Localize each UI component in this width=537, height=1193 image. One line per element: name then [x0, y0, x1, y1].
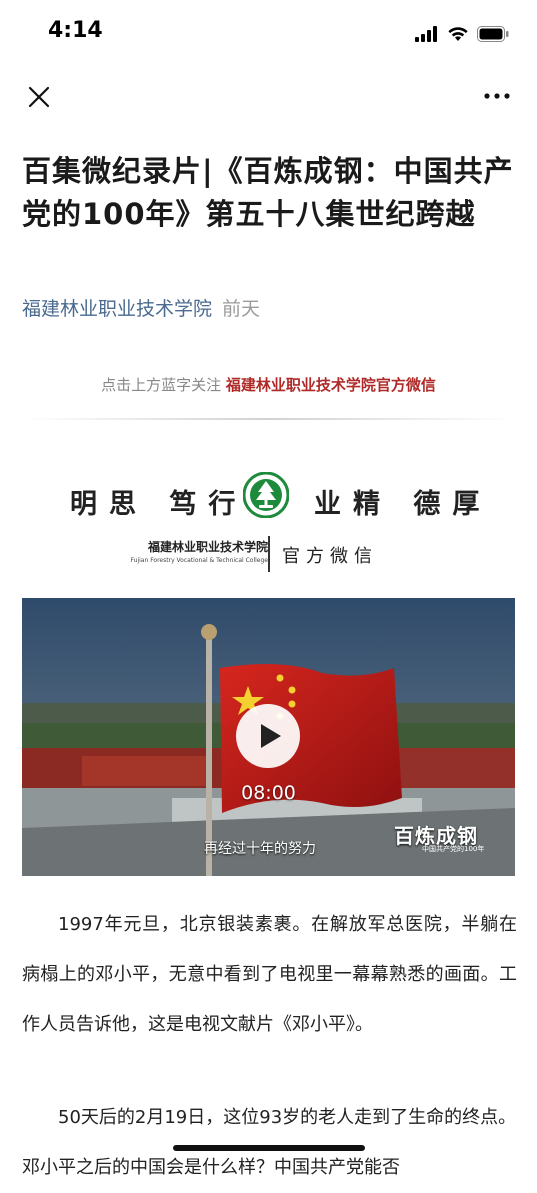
divider [22, 418, 515, 420]
status-bar: 4:14 [0, 0, 537, 70]
video-duration: 08:00 [241, 782, 296, 804]
status-time: 4:14 [48, 18, 103, 43]
nav-bar [0, 70, 537, 122]
publish-date: 前天 [222, 298, 261, 320]
status-icons [415, 24, 509, 44]
paragraph-2: 50天后的2月19日，这位93岁的老人走到了生命的终点。邓小平之后的中国会是什么… [22, 1107, 517, 1178]
motto-right: 业精 德厚 [314, 489, 492, 520]
article-body: 1997年元旦，北京银装素裹。在解放军总医院，半躺在病榻上的邓小平，无意中看到了… [22, 900, 517, 1050]
play-button[interactable] [236, 704, 300, 768]
video-player[interactable]: 08:00 再经过十年的努力 百炼成钢 中国共产党的100年 [22, 598, 515, 876]
video-subtitle: 再经过十年的努力 [204, 841, 316, 857]
play-icon [261, 724, 281, 748]
more-icon[interactable] [479, 82, 515, 110]
battery-icon [477, 26, 509, 42]
banner-separator [268, 536, 270, 572]
school-name-block: 福建林业职业技术学院 Fujian Forestry Vocational & … [118, 538, 268, 564]
official-wechat-label: 官方微信 [282, 546, 378, 567]
school-logo [243, 472, 289, 518]
article-title: 百集微纪录片|《百炼成钢：中国共产党的100年》第五十八集世纪跨越 [22, 154, 514, 231]
home-indicator [173, 1145, 365, 1151]
wifi-icon [448, 27, 468, 41]
school-name-cn: 福建林业职业技术学院 [147, 540, 268, 554]
follow-account-name[interactable]: 福建林业职业技术学院官方微信 [226, 376, 436, 394]
close-icon[interactable] [22, 80, 56, 114]
follow-prompt: 点击上方蓝字关注 福建林业职业技术学院官方微信 [0, 374, 537, 395]
video-watermark-sub: 中国共产党的100年 [422, 845, 485, 853]
motto-left: 明思 笃行 [70, 489, 248, 520]
article-body-continued: 50天后的2月19日，这位93岁的老人走到了生命的终点。邓小平之后的中国会是什么… [22, 1093, 517, 1193]
author-link[interactable]: 福建林业职业技术学院 [22, 298, 212, 320]
follow-prefix: 点击上方蓝字关注 [101, 376, 222, 394]
signal-icon [415, 26, 437, 42]
paragraph-1: 1997年元旦，北京银装素裹。在解放军总医院，半躺在病榻上的邓小平，无意中看到了… [22, 914, 517, 1035]
school-name-en: Fujian Forestry Vocational & Technical C… [130, 557, 268, 564]
article-meta: 福建林业职业技术学院 前天 [22, 294, 260, 321]
